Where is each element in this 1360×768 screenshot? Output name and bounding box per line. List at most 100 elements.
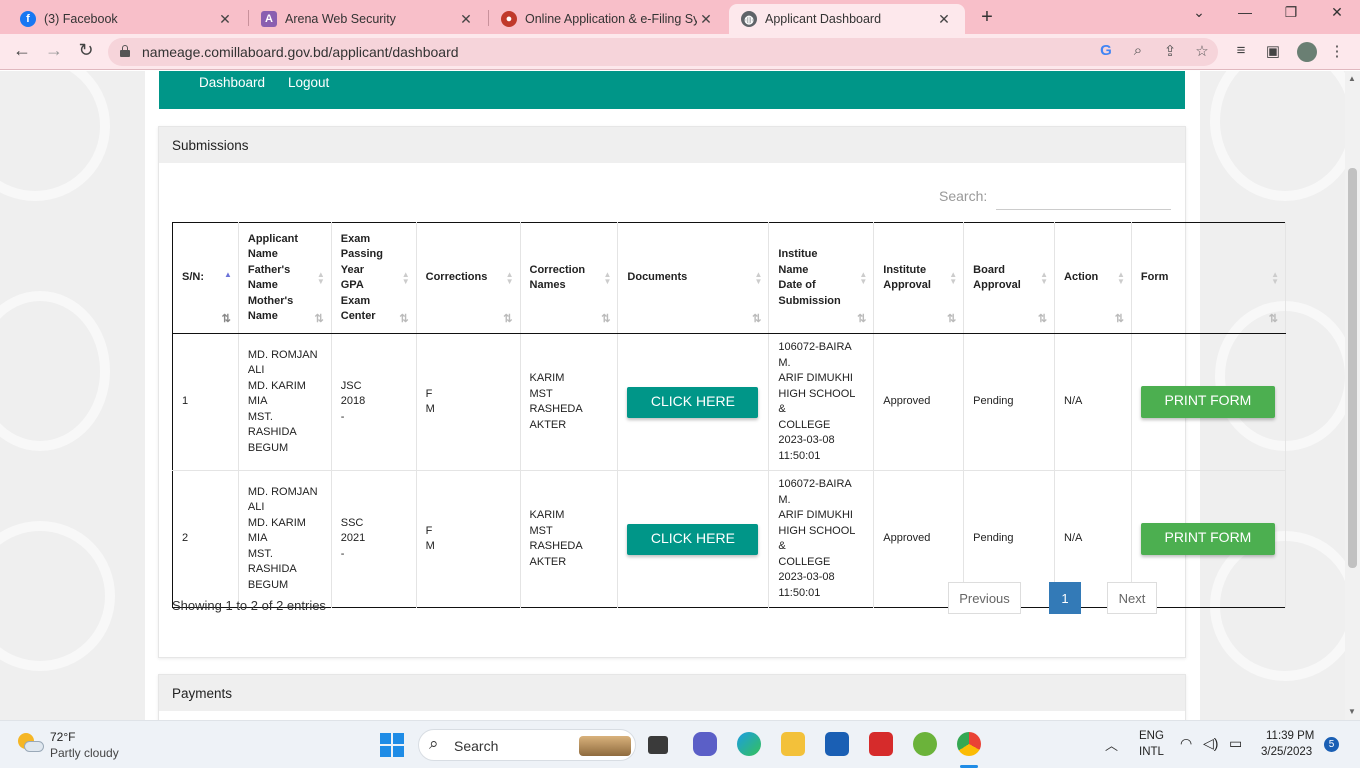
close-tab-icon[interactable]: ✕ [457,11,475,28]
close-tab-icon[interactable]: ✕ [216,11,234,28]
weather-icon[interactable] [16,731,44,755]
teams-chat-icon[interactable] [693,732,717,756]
battery-icon[interactable]: ▭ [1229,735,1242,752]
search-icon: ⌕ [429,734,439,753]
search-input[interactable] [996,184,1171,210]
cell-form: PRINT FORM [1131,333,1287,471]
col-board-approval[interactable]: Board Approval ▲ ▼ ⇅ [963,222,1056,334]
tab-strip: f (3) Facebook ✕ A Arena Web Security ✕ … [0,0,1360,34]
sort-icon: ▲ ▼ [401,270,410,286]
close-tab-icon[interactable]: ✕ [935,11,953,28]
sort-icon: ▲ ▼ [1271,270,1279,286]
microsoft-store-icon[interactable] [825,732,849,756]
sort-icon: ⇅ [221,312,231,325]
restore-icon[interactable]: ❐ [1276,4,1306,21]
tab-title: Applicant Dashboard [765,12,882,26]
reading-list-icon[interactable]: ≡ [1230,42,1252,59]
task-view-icon[interactable] [648,736,668,754]
utorrent-icon[interactable] [913,732,937,756]
sort-icon: ▲ ▼ [316,270,325,286]
col-applicant[interactable]: Applicant Name Father's Name Mother's Na… [238,222,332,334]
col-documents[interactable]: Documents ▲ ▼ ⇅ [617,222,770,334]
tab-applicant-dashboard[interactable]: ◍ Applicant Dashboard ✕ [729,4,965,34]
taskbar-search-box[interactable]: ⌕ Search [418,729,636,761]
cell-correction-names: KARIM MST RASHEDA AKTER [520,333,619,471]
scroll-down-icon[interactable]: ▼ [1348,707,1356,716]
share-icon[interactable]: ⇪ [1160,42,1180,60]
keyboard-layout[interactable]: INTL [1139,746,1164,758]
reload-icon[interactable]: ↻ [74,40,98,61]
sort-icon: ⇅ [399,312,409,325]
side-panel-icon[interactable]: ▣ [1262,42,1284,60]
page-scrollbar[interactable]: ▲ ▼ [1345,71,1360,720]
clock-time[interactable]: 11:39 PM [1266,730,1314,742]
col-exam[interactable]: Exam Passing Year GPA Exam Center ▲ ▼ ⇅ [331,222,417,334]
nav-dashboard-link[interactable]: Dashboard [199,75,265,90]
col-form[interactable]: Form ▲ ▼ ⇅ [1131,222,1287,334]
weather-desc[interactable]: Partly cloudy [50,746,119,760]
print-form-button[interactable]: PRINT FORM [1140,523,1275,555]
pagination-next[interactable]: Next [1107,582,1157,614]
google-translate-icon[interactable]: G [1096,42,1116,59]
payments-panel: Payments [158,674,1186,720]
file-explorer-icon[interactable] [781,732,805,756]
sort-icon: ⇅ [1114,312,1124,325]
new-tab-icon[interactable]: + [976,6,998,29]
tab-title: Online Application & e-Filing Sys [525,12,697,26]
url-text[interactable]: nameage.comillaboard.gov.bd/applicant/da… [142,44,459,60]
wifi-icon[interactable]: ◠ [1180,735,1192,752]
scroll-up-icon[interactable]: ▲ [1348,74,1356,83]
documents-click-here-button[interactable]: CLICK HERE [627,386,759,418]
lock-icon [120,45,130,57]
cell-corrections: F M [416,333,521,471]
col-institute-approval[interactable]: Institute Approval ▲ ▼ ⇅ [873,222,965,334]
back-icon[interactable]: ← [10,40,34,61]
forward-icon[interactable]: → [42,40,66,61]
scroll-thumb[interactable] [1348,168,1357,568]
cell-sn: 2 [172,470,239,608]
close-tab-icon[interactable]: ✕ [697,11,715,28]
bookmark-star-icon[interactable]: ☆ [1192,42,1212,60]
cell-applicant: MD. ROMJAN ALI MD. KARIM MIA MST. RASHID… [238,333,332,471]
chrome-icon[interactable] [957,732,981,756]
documents-click-here-button[interactable]: CLICK HERE [627,523,759,555]
taskbar-search-placeholder: Search [454,738,499,754]
weather-temp[interactable]: 72°F [50,730,75,744]
col-corrections[interactable]: Corrections ▲ ▼ ⇅ [416,222,521,334]
cell-board-approval: Pending [963,333,1056,471]
col-institute[interactable]: Institue Name Date of Submission ▲ ▼ ⇅ [768,222,875,334]
cell-documents: CLICK HERE [617,333,770,471]
omnibox[interactable]: nameage.comillaboard.gov.bd/applicant/da… [108,38,1218,66]
tab-search-icon[interactable]: ⌄ [1184,4,1214,21]
pagination-page-1[interactable]: 1 [1049,582,1081,614]
tab-facebook[interactable]: f (3) Facebook ✕ [8,4,246,34]
windows-start-icon[interactable] [380,733,404,757]
table-header-row: S/N: ▲ ⇅ Applicant Name Father's Name Moth… [172,222,1287,334]
language-indicator[interactable]: ENG [1139,730,1164,742]
print-form-button[interactable]: PRINT FORM [1140,386,1275,418]
sort-asc-icon: ▲ [223,270,232,279]
cell-corrections: F M [416,470,521,608]
pinned-app-icon[interactable] [869,732,893,756]
tab-arena[interactable]: A Arena Web Security ✕ [249,4,487,34]
cell-sn: 1 [172,333,239,471]
nav-logout-link[interactable]: Logout [288,75,329,90]
pagination-previous[interactable]: Previous [948,582,1021,614]
cell-correction-names: KARIM MST RASHEDA AKTER [520,470,619,608]
close-window-icon[interactable]: ✕ [1322,4,1352,21]
col-action[interactable]: Action ▲ ▼ ⇅ [1054,222,1132,334]
edge-icon[interactable] [737,732,761,756]
sort-icon: ▲ ▼ [1040,270,1049,286]
col-correction-names[interactable]: Correction Names ▲ ▼ ⇅ [520,222,619,334]
show-hidden-icons-icon[interactable]: ︿ [1105,735,1118,754]
clock-date[interactable]: 3/25/2023 [1261,746,1312,758]
volume-icon[interactable]: ◁) [1203,735,1218,752]
minimize-icon[interactable]: — [1230,4,1260,20]
tab-efiling[interactable]: ● Online Application & e-Filing Sys ✕ [489,4,727,34]
profile-avatar[interactable] [1297,42,1317,62]
zoom-icon[interactable]: ⌕ [1128,42,1148,59]
notification-badge[interactable]: 5 [1324,737,1339,752]
sort-icon: ⇅ [946,312,957,325]
col-sn[interactable]: S/N: ▲ ⇅ [172,222,239,334]
menu-dots-icon[interactable]: ⋮ [1326,42,1348,60]
